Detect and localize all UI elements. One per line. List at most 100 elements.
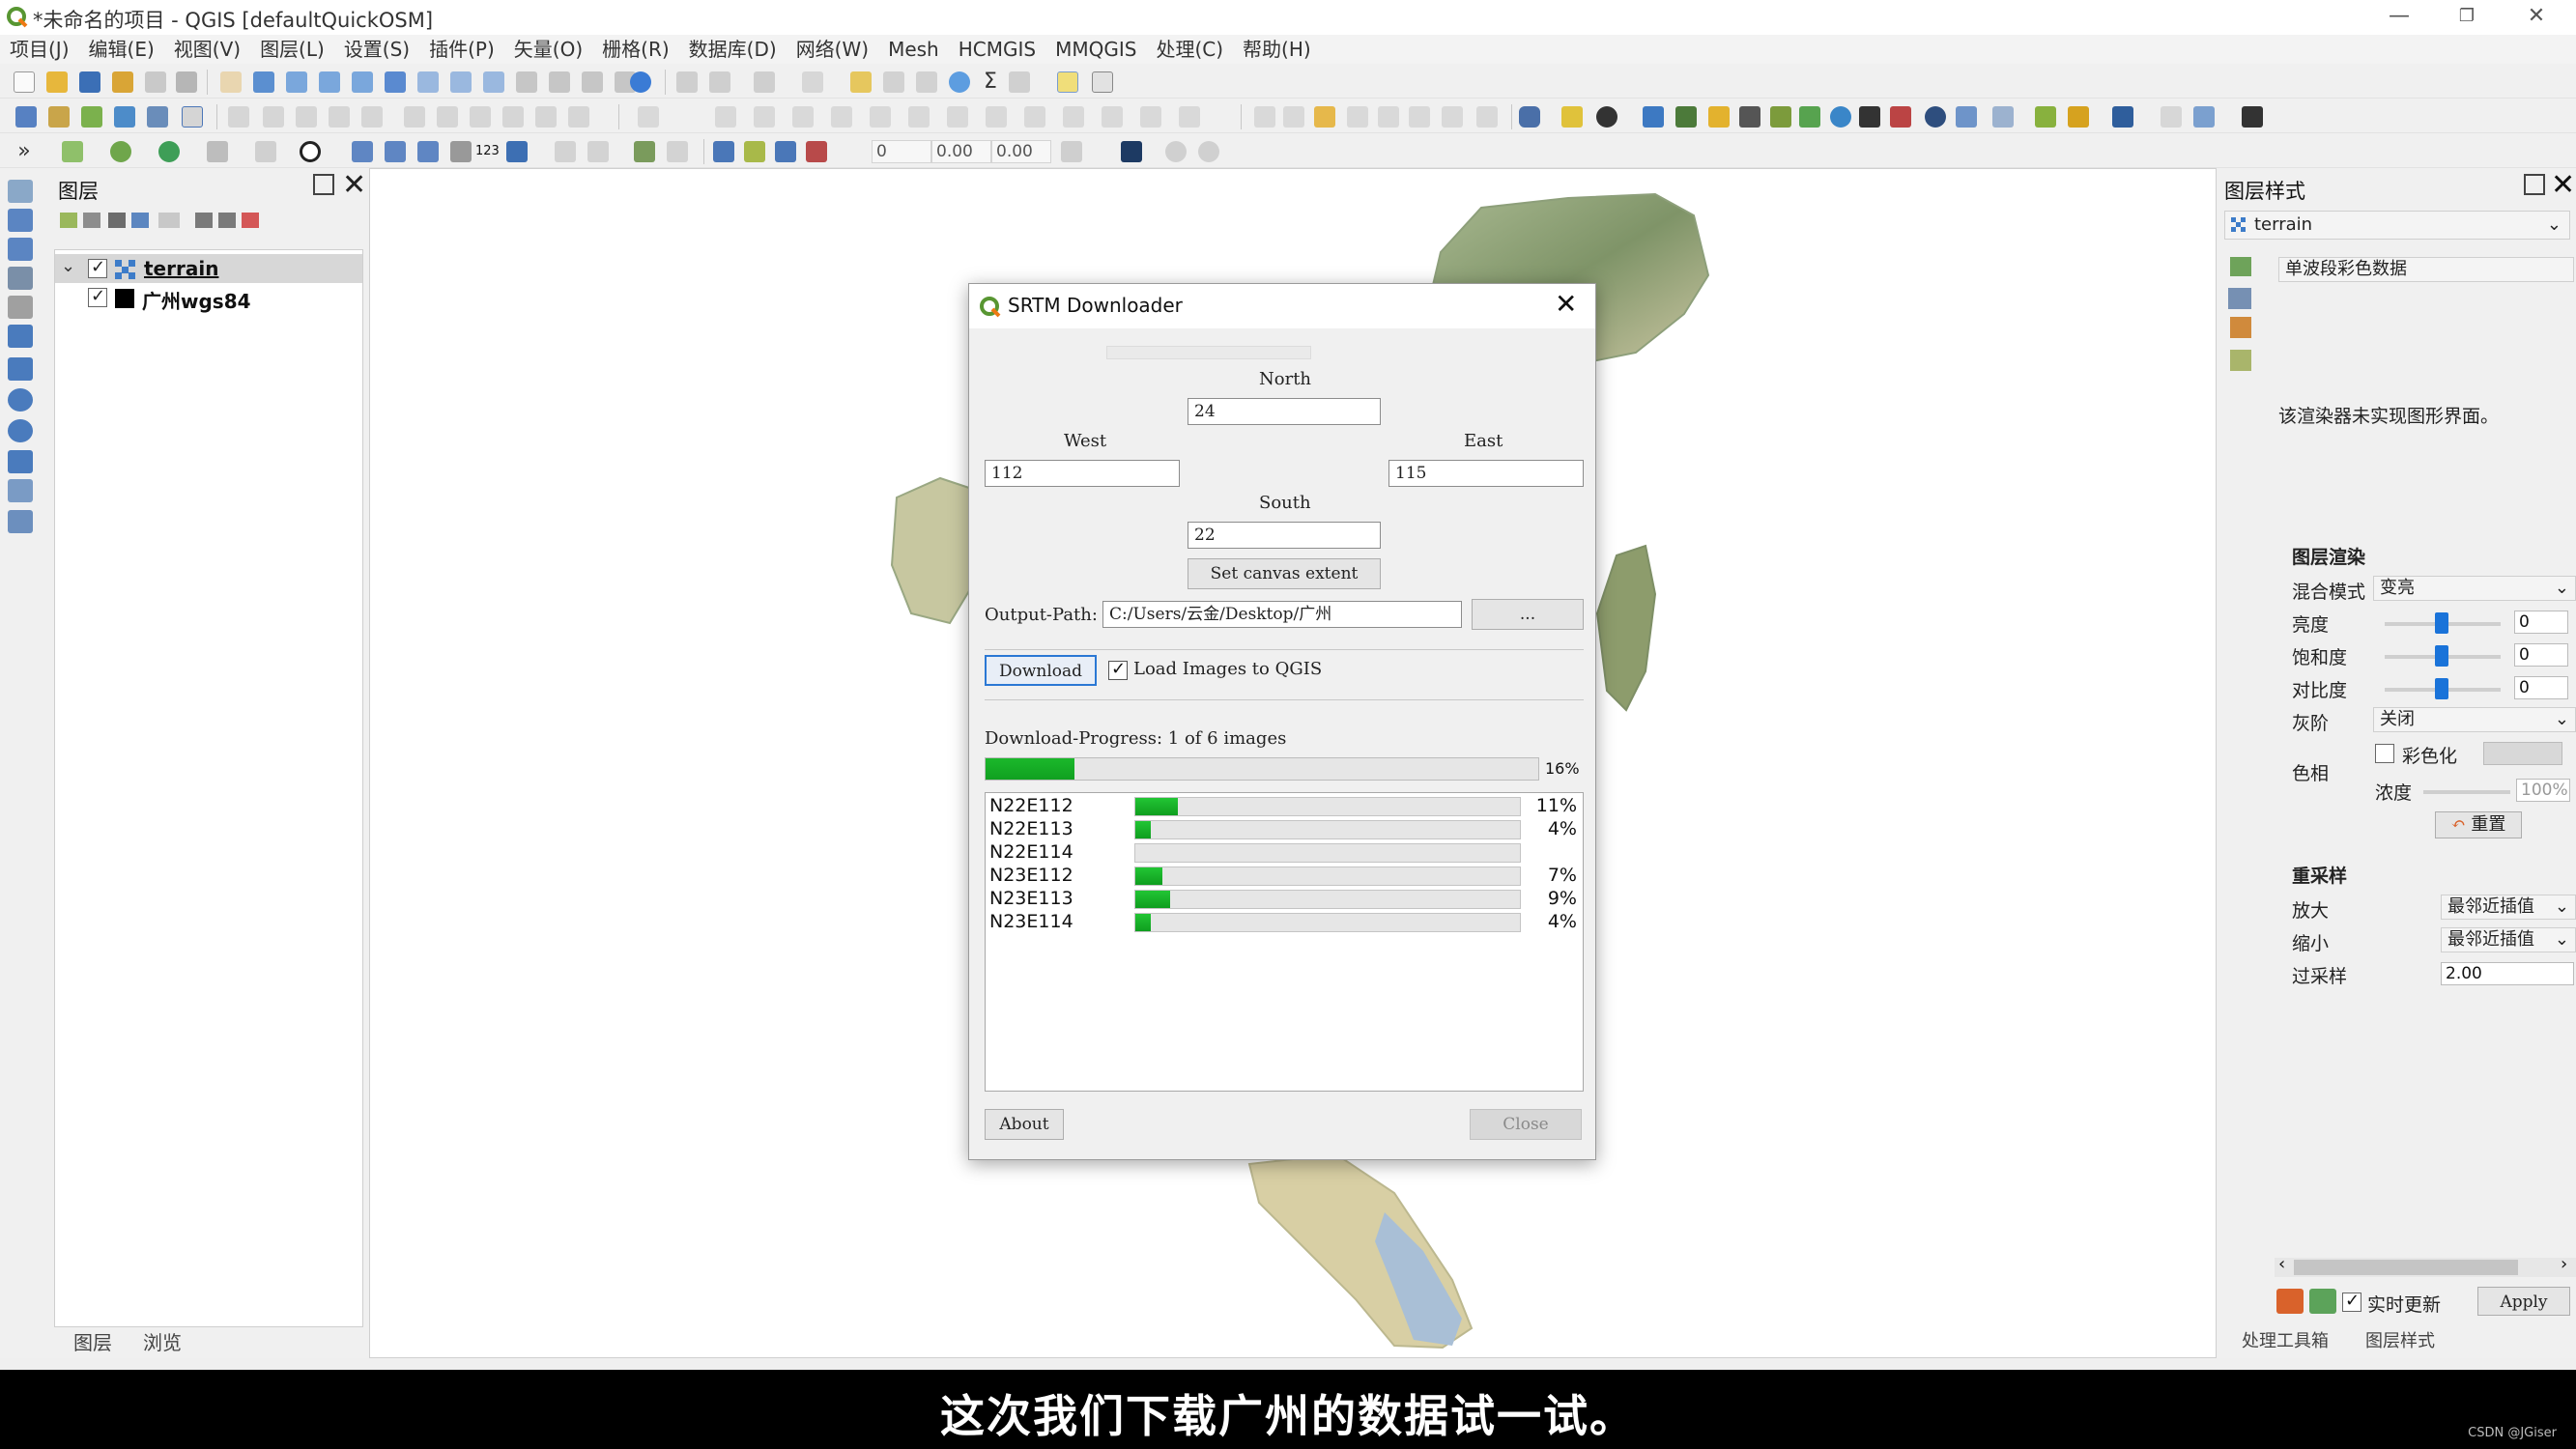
tab-processing-toolbox[interactable]: 处理工具箱 <box>2242 1327 2329 1352</box>
new-map-view-icon[interactable] <box>582 71 603 93</box>
open-project-icon[interactable] <box>46 71 68 93</box>
plugin-gear-icon[interactable] <box>1770 106 1791 128</box>
menu-hcmgis[interactable]: HCMGIS <box>949 35 1045 64</box>
apply-button[interactable]: Apply <box>2477 1287 2570 1316</box>
vtool-6-icon[interactable] <box>8 325 33 348</box>
blend-mode-select[interactable]: 变亮 ⌄ <box>2373 576 2576 601</box>
add-feature-icon[interactable] <box>329 106 350 128</box>
grayscale-select[interactable]: 关闭 ⌄ <box>2373 707 2576 732</box>
filter-legend-icon[interactable] <box>158 213 180 228</box>
refresh-icon[interactable] <box>630 71 651 93</box>
vertex-tool-icon[interactable] <box>361 106 383 128</box>
processing-toolbox-icon[interactable] <box>949 71 970 93</box>
zoom-layer-icon[interactable] <box>450 71 472 93</box>
add-raster-icon[interactable] <box>114 106 135 128</box>
grid-tool-icon[interactable] <box>555 141 576 162</box>
plugin-cloud-icon[interactable] <box>1992 106 2014 128</box>
strength-spin[interactable]: 100% <box>2516 779 2570 802</box>
vtool-12-icon[interactable] <box>8 510 33 533</box>
save-project-icon[interactable] <box>79 71 100 93</box>
histogram-tab-icon[interactable] <box>2230 317 2251 338</box>
contrast-slider-handle[interactable] <box>2435 678 2448 699</box>
new-layer-icon[interactable] <box>62 141 83 162</box>
add-mesh-icon[interactable] <box>147 106 168 128</box>
paste-features-icon[interactable] <box>502 106 524 128</box>
shape-tool-icon[interactable] <box>417 141 439 162</box>
zoom-out-icon[interactable] <box>319 71 340 93</box>
help-book-icon[interactable] <box>2112 106 2133 128</box>
brightness-slider-handle[interactable] <box>2435 612 2448 634</box>
scale-tool-icon[interactable] <box>450 141 472 162</box>
data-source-manager-icon[interactable] <box>15 106 37 128</box>
vtool-8-icon[interactable] <box>8 388 33 412</box>
select-value-icon[interactable] <box>802 71 823 93</box>
zoom-last-icon[interactable] <box>516 71 537 93</box>
vtool-9-icon[interactable] <box>8 419 33 442</box>
vtool-2-icon[interactable] <box>8 209 33 232</box>
vtool-10-icon[interactable] <box>8 450 33 473</box>
advanced-digitize-7-icon[interactable] <box>947 106 968 128</box>
digitizing-tool-icon[interactable] <box>638 106 659 128</box>
plugin-blue-globe-icon[interactable] <box>1956 106 1977 128</box>
brightness-spin[interactable]: 0 <box>2514 611 2568 634</box>
text-annotation-icon[interactable] <box>1092 71 1113 93</box>
layer-checkbox-guangzhou[interactable] <box>88 286 107 307</box>
undo-icon[interactable] <box>535 106 557 128</box>
oversampling-spin[interactable]: 2.00 <box>2441 962 2574 985</box>
menu-database[interactable]: 数据库(D) <box>679 35 787 64</box>
restore-button[interactable]: ❐ <box>2433 0 2501 35</box>
plugin-leaf-icon[interactable] <box>1675 106 1697 128</box>
remove-layer-icon[interactable] <box>242 213 259 228</box>
add-vector-icon[interactable] <box>81 106 102 128</box>
menu-edit[interactable]: 编辑(E) <box>79 35 164 64</box>
menu-project[interactable]: 项目(J) <box>0 35 79 64</box>
close-button[interactable]: Close <box>1470 1109 1582 1140</box>
advanced-digitize-9-icon[interactable] <box>1024 106 1045 128</box>
qgis-refresh-icon[interactable] <box>110 141 131 162</box>
close-panel-icon[interactable]: ✕ <box>342 168 366 202</box>
delete-selected-icon[interactable] <box>404 106 425 128</box>
menu-help[interactable]: 帮助(H) <box>1233 35 1321 64</box>
advanced-digitize-5-icon[interactable] <box>870 106 891 128</box>
menu-settings[interactable]: 设置(S) <box>334 35 419 64</box>
plugin-frame-icon[interactable] <box>1859 106 1880 128</box>
symbology-tab-icon[interactable] <box>2230 257 2251 276</box>
dialog-close-icon[interactable]: ✕ <box>1555 288 1577 320</box>
zoom-native-icon[interactable] <box>483 71 504 93</box>
output-path-input[interactable]: C:/Users/云金/Desktop/广州 <box>1102 601 1462 628</box>
toggle-edit-icon[interactable] <box>263 106 284 128</box>
advanced-digitize-3-icon[interactable] <box>792 106 814 128</box>
scroll-left-icon[interactable]: ‹ <box>2278 1254 2285 1274</box>
new-geopackage-icon[interactable] <box>48 106 70 128</box>
expand-all-icon[interactable] <box>195 213 213 228</box>
measure-icon[interactable] <box>1009 71 1030 93</box>
saturation-slider-handle[interactable] <box>2435 645 2448 667</box>
shape-ellipse-icon[interactable] <box>1198 141 1219 162</box>
collapse-arrow-icon[interactable]: ⌄ <box>61 256 75 276</box>
label-tool-8-icon[interactable] <box>1476 106 1498 128</box>
current-edits-icon[interactable] <box>228 106 249 128</box>
vtool-1-icon[interactable] <box>8 180 33 203</box>
menu-layer[interactable]: 图层(L) <box>250 35 334 64</box>
marker-tool-icon[interactable] <box>506 141 528 162</box>
label-tool-5-icon[interactable] <box>1378 106 1399 128</box>
zoom-in-icon[interactable] <box>286 71 307 93</box>
python-console-icon[interactable] <box>1643 106 1664 128</box>
label-tool-2-icon[interactable] <box>1283 106 1304 128</box>
label-tool-3-icon[interactable] <box>1314 106 1335 128</box>
scroll-right-icon[interactable]: › <box>2561 1254 2567 1274</box>
vtool-5-icon[interactable] <box>8 296 33 319</box>
vtool-11-icon[interactable] <box>8 479 33 502</box>
collapse-all-icon[interactable] <box>218 213 236 228</box>
georef-1-icon[interactable] <box>713 141 734 162</box>
deselect-icon[interactable] <box>850 71 872 93</box>
toolbar-field-2[interactable]: 0.00 <box>931 140 991 163</box>
satellite-icon[interactable] <box>2193 106 2215 128</box>
print-layout-icon[interactable] <box>145 71 166 93</box>
colorize-color-button[interactable] <box>2483 742 2562 765</box>
advanced-digitize-4-icon[interactable] <box>831 106 852 128</box>
label-tool-6-icon[interactable] <box>1409 106 1430 128</box>
label-tool-4-icon[interactable] <box>1347 106 1368 128</box>
georef-2-icon[interactable] <box>744 141 765 162</box>
zoom-selection-icon[interactable] <box>417 71 439 93</box>
